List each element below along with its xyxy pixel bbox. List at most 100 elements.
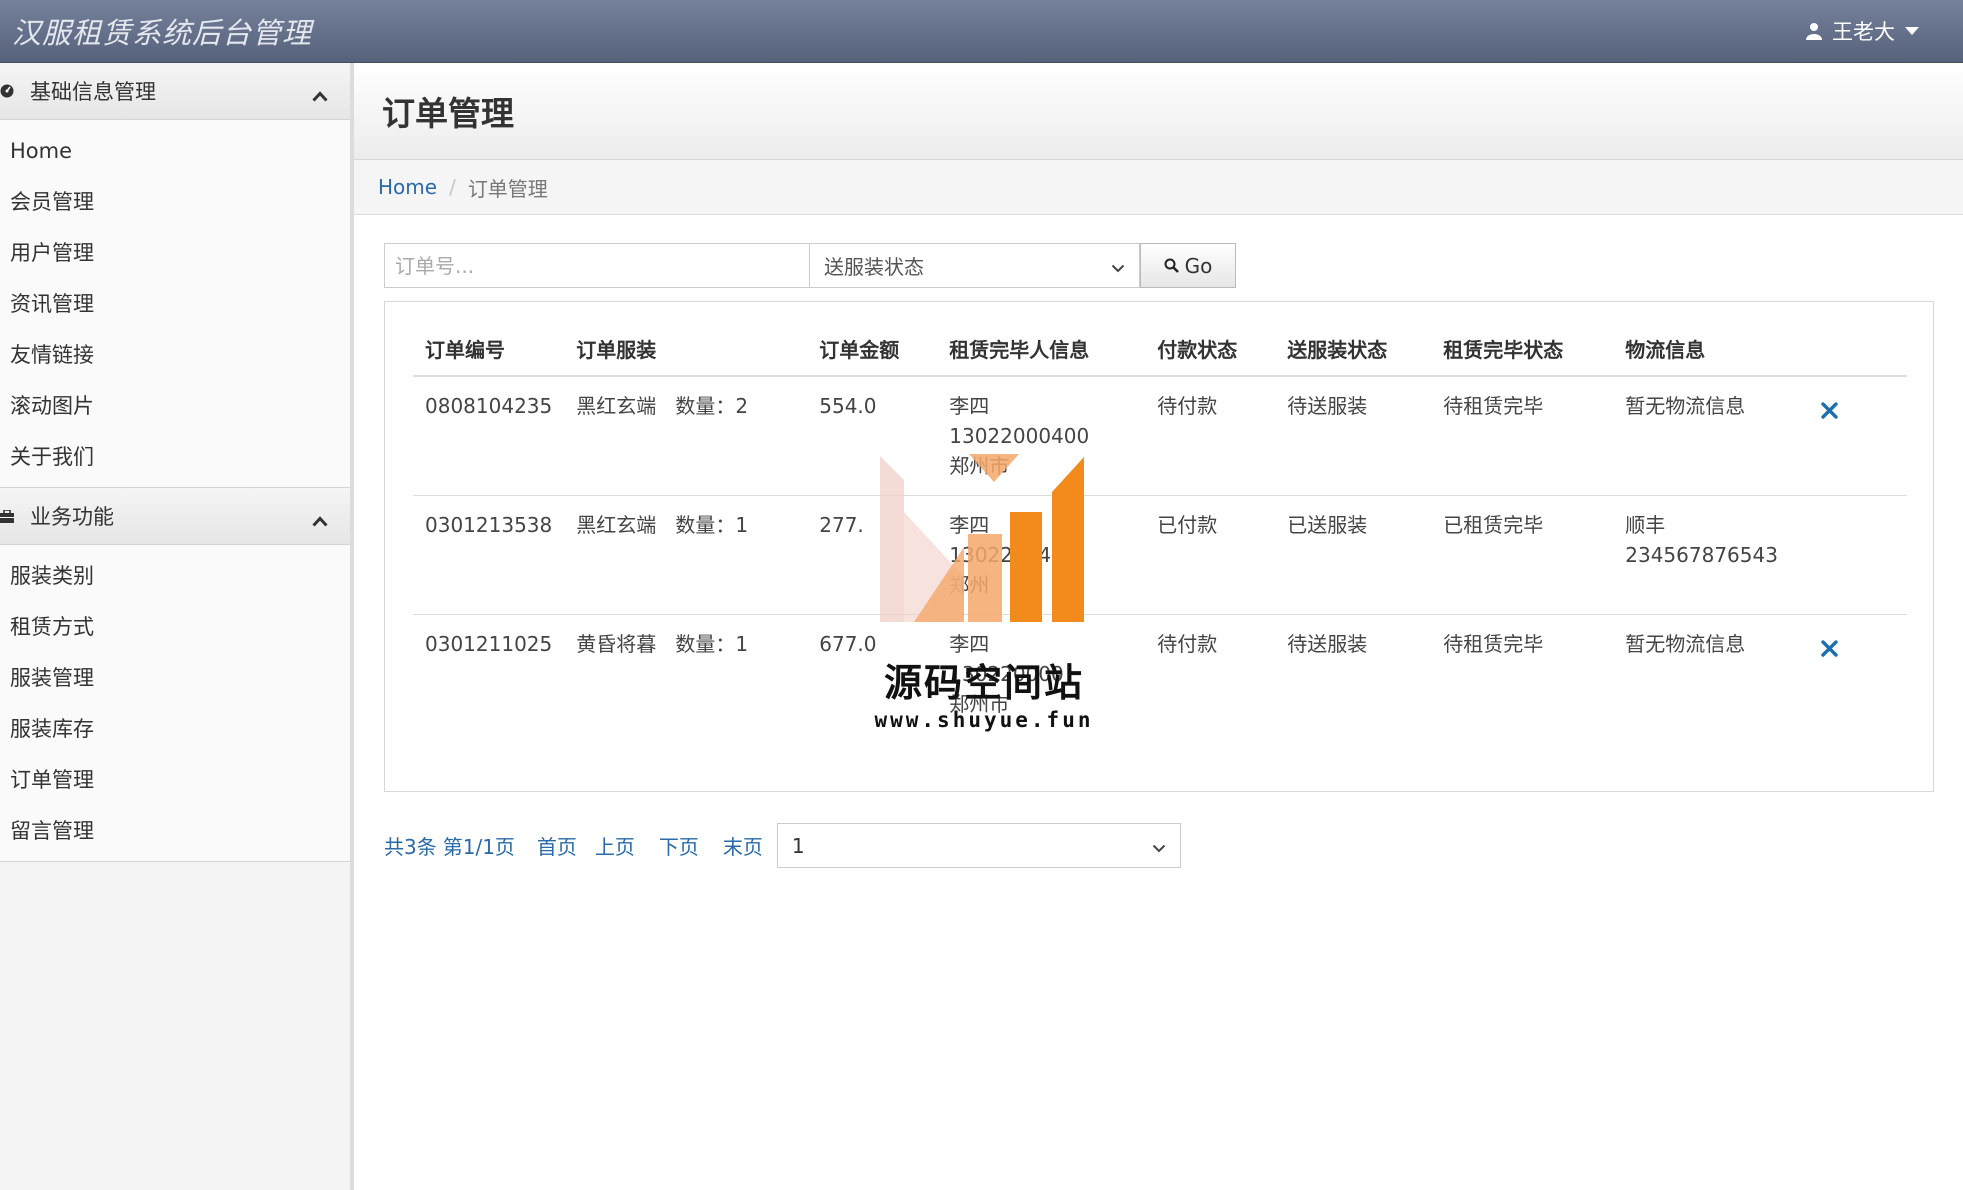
table-row: 0301211025 黄昏将暮 数量：1 677.0 李四 130220000 郑州… [413,614,1907,733]
clothing-cell: 黑红玄端 数量：1 [564,495,808,615]
user-icon [1806,22,1822,40]
renter-phone: 13022000400 [949,424,1090,448]
sidebar-item-users[interactable]: 用户管理 [0,228,350,279]
chevron-up-icon [312,508,328,532]
breadcrumb-separator: / [449,175,456,199]
delivery-status-select[interactable]: 送服装状态 [810,243,1140,288]
column-header: 送服装状态 [1275,324,1432,377]
amount-cell: 677.0 [807,614,938,733]
payment-status-cell: 待付款 [1145,614,1276,733]
chevron-down-icon [1111,254,1125,278]
rental-status-cell: 待租赁完毕 [1431,614,1614,733]
sidebar-group-business-items: 服装类别 租赁方式 服装管理 服装库存 订单管理 留言管理 [0,545,350,862]
sidebar-group-basic-info[interactable]: 基础信息管理 [0,63,350,120]
delivery-status-cell: 待送服装 [1275,614,1432,733]
user-name: 王老大 [1832,20,1895,44]
page-number-select[interactable]: 1 [776,823,1181,868]
renter-phone: 1302200400 [949,543,1077,567]
column-header: 订单编号 [413,324,565,377]
top-navbar: 汉服租赁系统后台管理 王老大 [0,0,1963,63]
logistics-line: 暂无物流信息 [1625,394,1746,418]
sidebar-item-members[interactable]: 会员管理 [0,177,350,228]
breadcrumb: Home / 订单管理 [354,160,1963,215]
page-title: 订单管理 [382,94,514,133]
sidebar-group-business[interactable]: 业务功能 [0,488,350,545]
pagination-prev-link[interactable]: 上页 [595,831,635,860]
renter-city: 郑州 [949,573,990,597]
renter-info-cell: 李四 13022000400 郑州市 [937,376,1145,496]
chevron-up-icon [312,83,328,107]
sidebar-item-carousel[interactable]: 滚动图片 [0,381,350,432]
clothing-name: 黄昏将暮 [576,632,657,656]
column-header: 订单金额 [807,324,938,377]
column-header: 租赁完毕状态 [1431,324,1614,377]
caret-down-icon [1905,26,1919,36]
user-menu[interactable]: 王老大 [1806,16,1919,46]
sidebar-item-order-management[interactable]: 订单管理 [0,755,350,806]
rental-status-cell: 已租赁完毕 [1431,495,1614,615]
quantity-label: 数量：1 [675,632,749,656]
renter-info-cell: 李四 1302200400 郑州 [937,495,1146,615]
sidebar-item-rental-method[interactable]: 租赁方式 [0,602,350,653]
sidebar-item-clothing-category[interactable]: 服装类别 [0,551,350,602]
main-content: 订单管理 Home / 订单管理 送服装状态 Go 订单编号 订单服装 [354,63,1963,1190]
renter-name: 李四 [949,632,990,656]
logistics-cell: 暂无物流信息 [1613,614,1810,733]
renter-city: 郑州市 [949,454,1010,478]
sidebar-group-basic-info-items: Home 会员管理 用户管理 资讯管理 友情链接 滚动图片 关于我们 [0,120,350,488]
breadcrumb-current: 订单管理 [467,176,548,201]
sidebar-item-messages[interactable]: 留言管理 [0,806,350,857]
pagination-first-link[interactable]: 首页 [537,831,577,860]
clothing-cell: 黄昏将暮 数量：1 [564,614,808,733]
table-row: 0301213538 黑红玄端 数量：1 277. 李四 1302200400 郑州… [413,495,1907,615]
renter-city: 郑州市 [949,692,1010,716]
go-button[interactable]: Go [1140,243,1236,288]
sidebar-group-label: 业务功能 [30,505,114,529]
logistics-line: 暂无物流信息 [1625,632,1746,656]
chevron-down-icon [1152,834,1166,858]
order-number-input[interactable] [384,243,810,288]
pagination-last-link[interactable]: 末页 [723,831,763,860]
sidebar-item-clothing-management[interactable]: 服装管理 [0,653,350,704]
payment-status-cell: 已付款 [1145,495,1276,615]
search-icon [1164,254,1179,278]
sidebar: 基础信息管理 Home 会员管理 用户管理 资讯管理 友情链接 滚动图片 关于我… [0,63,354,1190]
column-header: 订单服装 [564,324,808,377]
column-header-actions [1809,324,1907,377]
order-number-cell: 0301213538 [413,495,565,615]
sidebar-item-home[interactable]: Home [0,126,350,177]
order-number-cell: 0808104235 [425,394,553,418]
actions-cell [1809,614,1907,733]
amount-cell: 277. [807,495,938,615]
renter-info-cell: 李四 130220000 郑州市 [937,614,1146,733]
pagination-next-link[interactable]: 下页 [659,831,699,860]
column-header: 付款状态 [1145,324,1276,377]
delete-icon[interactable] [1821,635,1838,665]
sidebar-item-about[interactable]: 关于我们 [0,432,350,483]
delete-icon[interactable] [1821,397,1838,427]
quantity-label: 数量：1 [675,513,749,537]
pagination: 共3条 第1/1页 首页 上页 下页 末页 1 [384,823,1181,868]
delivery-status-select-value: 送服装状态 [824,255,924,279]
sidebar-item-clothing-inventory[interactable]: 服装库存 [0,704,350,755]
app-title: 汉服租赁系统后台管理 [12,16,313,50]
breadcrumb-home-link[interactable]: Home [378,175,437,199]
delivery-status-cell: 待送服装 [1287,394,1368,418]
sidebar-item-news[interactable]: 资讯管理 [0,279,350,330]
order-number-cell: 0301211025 [413,614,565,733]
pagination-page-info: 第1/1页 [442,835,515,859]
pagination-total: 共3条 [384,835,437,859]
renter-name: 李四 [949,394,990,418]
logistics-cell: 顺丰 234567876543 [1613,495,1810,615]
orders-table: 订单编号 订单服装 订单金额 租赁完毕人信息 付款状态 送服装状态 租赁完毕状态… [413,324,1907,733]
table-row: 0808104235 黑红玄端 数量：2 554.0 李四 13022000400… [413,376,1907,496]
quantity-label: 数量：2 [675,394,749,418]
clothing-name: 黑红玄端 [576,394,657,418]
table-header-row: 订单编号 订单服装 订单金额 租赁完毕人信息 付款状态 送服装状态 租赁完毕状态… [413,324,1907,377]
renter-name: 李四 [949,513,990,537]
clothing-name: 黑红玄端 [576,513,657,537]
delivery-status-cell: 已送服装 [1275,495,1432,615]
search-toolbar: 送服装状态 Go [384,243,1236,288]
sidebar-item-friend-links[interactable]: 友情链接 [0,330,350,381]
page-number-select-value: 1 [791,833,805,858]
